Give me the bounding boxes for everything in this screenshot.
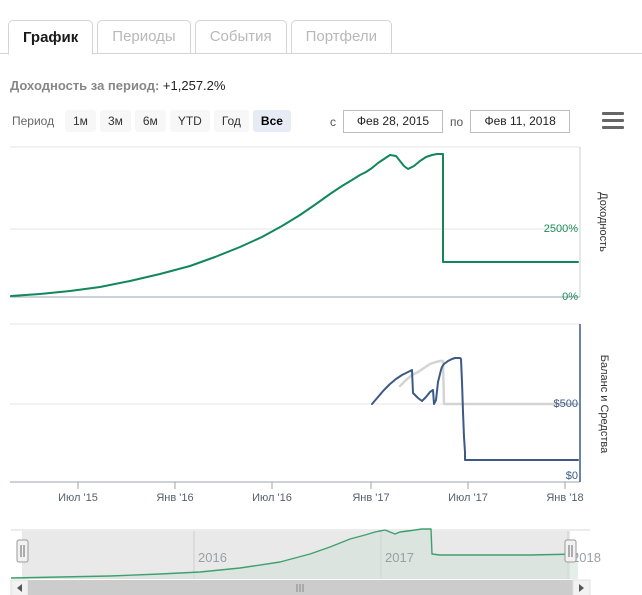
series-line-balans [371, 357, 579, 461]
period-return-label: Доходность за период: [10, 78, 160, 93]
date-from-input[interactable]: Фев 28, 2015 [343, 110, 443, 133]
xaxis-ticks: Июл '15 Янв '16 Июл '16 Янв '17 Июл '17 … [58, 482, 584, 504]
xtick-label-3: Янв '17 [352, 492, 389, 504]
date-from-label: с [330, 114, 336, 129]
range-button-all[interactable]: Все [252, 110, 291, 132]
hamburger-menu-icon[interactable] [602, 112, 624, 130]
tab-label: Портфели [305, 28, 377, 45]
xtick-label-0: Июл '15 [58, 492, 98, 504]
chart-scrollbar[interactable] [10, 579, 591, 595]
date-to-input[interactable]: Фев 11, 2018 [470, 110, 571, 133]
xtick-label-2: Июл '16 [252, 492, 292, 504]
date-range-group: с Фев 28, 2015 по Фев 11, 2018 [330, 110, 571, 133]
ytick-label-0-dollars: $0 [566, 470, 578, 482]
range-selector-label: Период [12, 114, 55, 128]
range-button-year[interactable]: Год [213, 110, 249, 132]
range-button-6m[interactable]: 6м [134, 110, 166, 132]
menu-bar-2 [602, 119, 624, 122]
date-to-label: по [450, 114, 464, 129]
chart-navigator[interactable]: 2016 2017 2018 [10, 528, 601, 579]
navigator-year-label-0: 2016 [198, 550, 227, 565]
charts-container: 2500% 0% Доходность $500 $0 Баланс и Сре… [0, 142, 642, 595]
tab-bar: График Периоды События Портфели [0, 12, 642, 55]
tab-portfeli[interactable]: Портфели [290, 20, 392, 54]
xtick-label-4: Июл '17 [448, 492, 488, 504]
navigator-year-label-1: 2017 [385, 550, 414, 565]
tab-list: График Периоды События Портфели [8, 20, 392, 55]
range-button-group: 1м 3м 6м YTD Год Все [65, 110, 291, 132]
tab-grafik[interactable]: График [8, 20, 94, 55]
navigator-left-handle[interactable] [16, 539, 29, 563]
period-return-summary: Доходность за период: +1,257.2% [10, 78, 225, 93]
xtick-label-5: Янв '18 [546, 492, 583, 504]
yaxis-title-balance: Баланс и Средства [598, 355, 610, 454]
series-line-dohodnost [10, 153, 579, 297]
xtick-label-1: Янв '16 [156, 492, 193, 504]
ytick-label-2500: 2500% [544, 223, 578, 235]
yaxis-title-returns: Доходность [597, 192, 609, 252]
stock-chart-svg[interactable]: 2500% 0% Доходность $500 $0 Баланс и Сре… [0, 142, 642, 595]
chart-pane-balance[interactable]: $500 $0 Баланс и Средства [10, 323, 610, 483]
range-selector-bar: Период 1м 3м 6м YTD Год Все с Фев 28, 20… [0, 110, 642, 136]
period-return-value: +1,257.2% [162, 78, 226, 93]
ytick-label-0: 0% [562, 291, 578, 303]
chart-pane-returns[interactable]: 2500% 0% Доходность [10, 146, 609, 303]
tab-sobytiya[interactable]: События [194, 20, 287, 54]
tab-label: Периоды [112, 28, 176, 45]
range-button-3m[interactable]: 3м [99, 110, 131, 132]
tab-label: События [209, 28, 272, 45]
menu-bar-3 [602, 126, 624, 129]
navigator-right-handle[interactable] [564, 539, 577, 563]
ytick-label-500: $500 [554, 398, 578, 410]
range-button-ytd[interactable]: YTD [169, 110, 210, 132]
tab-label: График [23, 29, 79, 46]
range-button-1m[interactable]: 1м [65, 110, 96, 132]
menu-bar-1 [602, 112, 624, 115]
tab-periody[interactable]: Периоды [97, 20, 191, 54]
